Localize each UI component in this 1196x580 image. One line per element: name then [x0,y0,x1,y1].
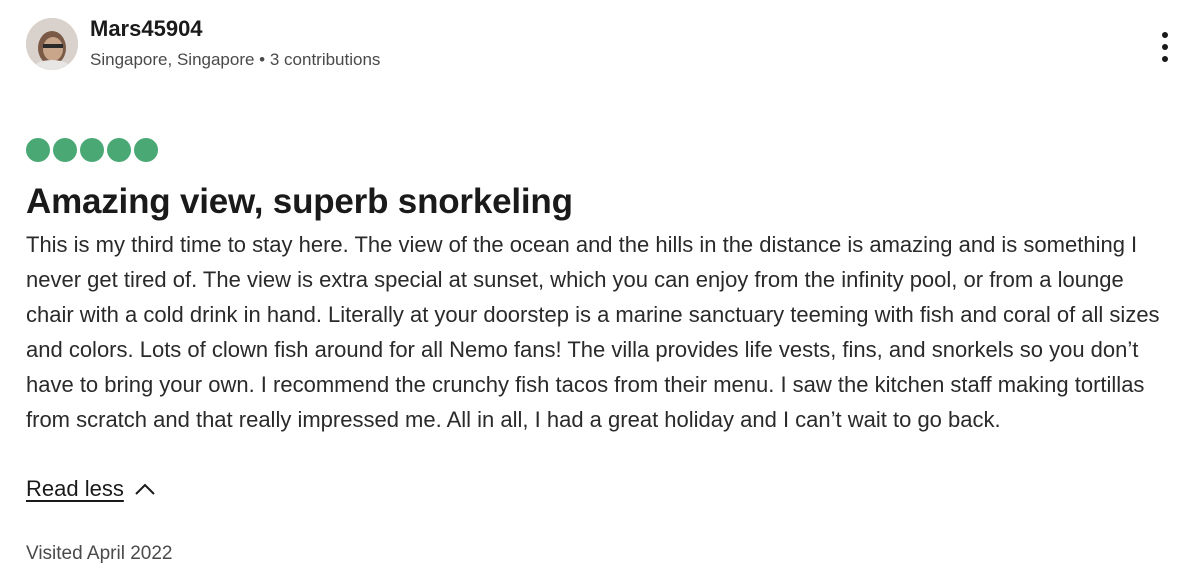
more-vertical-icon-dot [1162,56,1168,62]
read-less-label: Read less [26,476,124,501]
bubble-rating [26,138,158,162]
reviewer-name[interactable]: Mars45904 [90,16,380,42]
visited-date: Visited April 2022 [26,543,173,564]
rating-bubble [53,138,77,162]
reviewer-info: Mars45904 Singapore, Singapore • 3 contr… [90,16,381,70]
chevron-up-icon [135,483,155,495]
reviewer-meta: Singapore, Singapore • 3 contributions [90,50,381,69]
more-vertical-icon [1162,32,1168,38]
review-title[interactable]: Amazing view, superb snorkeling [26,181,573,223]
review-header: Mars45904 Singapore, Singapore • 3 contr… [26,16,1170,72]
avatar[interactable] [26,18,78,70]
review-text: This is my third time to stay here. The … [26,232,1160,432]
read-less-button[interactable]: Read less [26,475,156,503]
rating-bubble [107,138,131,162]
user-avatar-icon [26,18,78,70]
rating-bubble [134,138,158,162]
more-options-button[interactable] [1160,32,1170,62]
more-vertical-icon-dot [1162,44,1168,50]
rating-bubble [80,138,104,162]
rating-bubble [26,138,50,162]
